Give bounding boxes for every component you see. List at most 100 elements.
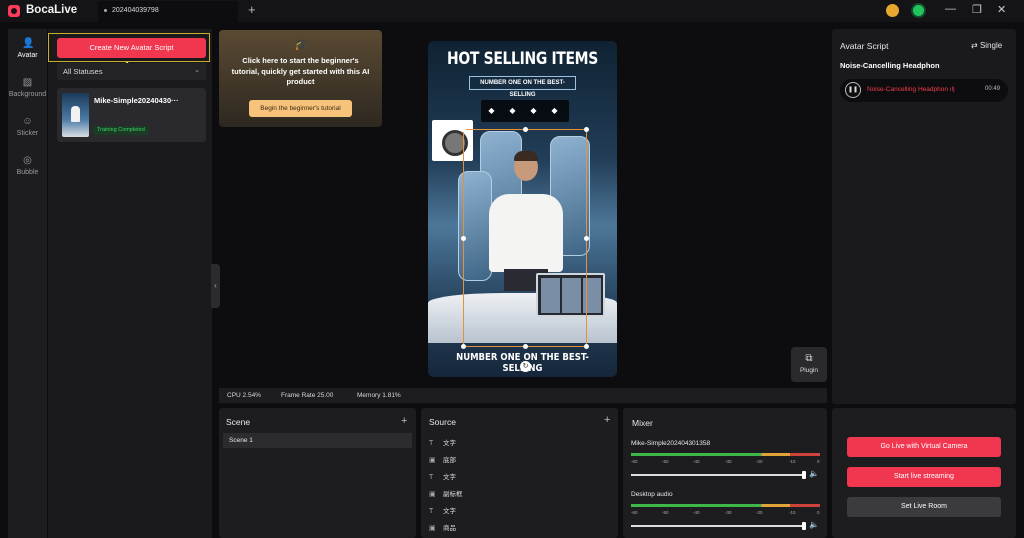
text-icon: T xyxy=(429,440,434,447)
volume-slider-knob[interactable] xyxy=(802,471,806,479)
script-player[interactable]: ❚❚ Noise-Cancelling Headphon ıl| 00:49 xyxy=(840,79,1008,102)
tab-label: 202404039798 xyxy=(112,7,159,14)
source-item[interactable]: T 文字 xyxy=(429,437,456,447)
live-preview-canvas[interactable]: HOT SELLING ITEMS NUMBER ONE ON THE BEST… xyxy=(428,41,617,377)
restore-button[interactable]: ❐ xyxy=(972,3,982,16)
player-time: 00:49 xyxy=(985,86,1001,92)
layer-down-icon[interactable]: ◆ xyxy=(523,100,544,122)
meter-tick: -60 xyxy=(631,459,638,464)
rail-item-bubble[interactable]: ◎ Bubble xyxy=(8,155,47,176)
vip-icon[interactable] xyxy=(886,4,899,17)
layer-bottom-icon[interactable]: ◆ xyxy=(544,100,565,122)
close-button[interactable]: ✕ xyxy=(997,3,1006,16)
meter-tick: -40 xyxy=(693,459,700,464)
avatar-script-panel: Avatar Script ⇄ Single Noise-Cancelling … xyxy=(832,29,1016,404)
bubble-icon: ◎ xyxy=(23,155,32,166)
add-tab-button[interactable]: + xyxy=(248,2,256,17)
speaker-icon[interactable]: 🔈 xyxy=(809,520,819,529)
add-scene-button[interactable]: + xyxy=(401,415,407,427)
status-badge: Training Completed xyxy=(93,126,149,135)
audio-level-meter xyxy=(631,453,820,456)
pause-icon[interactable]: ❚❚ xyxy=(845,82,861,98)
scene-panel: Scene + Scene 1 xyxy=(219,408,416,538)
meter-tick: -20 xyxy=(756,510,763,515)
preview-title: HOT SELLING ITEMS xyxy=(447,49,598,69)
background-icon: ▨ xyxy=(22,77,33,88)
begin-tutorial-button[interactable]: Begin the beginner's tutorial xyxy=(249,100,352,117)
text-icon: T xyxy=(429,508,434,515)
script-name: Noise-Cancelling Headphon xyxy=(840,61,940,70)
source-item[interactable]: T 文字 xyxy=(429,505,456,515)
source-item[interactable]: T 文字 xyxy=(429,471,456,481)
mixer-channel-name: Desktop audio xyxy=(631,491,673,498)
start-live-streaming-button[interactable]: Start live streaming xyxy=(847,467,1001,487)
player-title: Noise-Cancelling Headphon ıl| xyxy=(867,86,955,93)
meter-tick: -40 xyxy=(693,510,700,515)
chevron-down-icon: ⌄ xyxy=(194,67,200,74)
source-item-label: 文字 xyxy=(443,508,456,515)
title-bar: BocaLive 202404039798 + — ❐ ✕ xyxy=(0,0,1024,22)
speaker-icon[interactable]: 🔈 xyxy=(809,469,819,478)
scene-item[interactable]: Scene 1 xyxy=(223,433,412,448)
source-item-label: 底部 xyxy=(443,457,456,464)
source-item[interactable]: ▣ 副标框 xyxy=(429,488,463,498)
volume-slider[interactable] xyxy=(631,522,806,530)
source-item[interactable]: ▣ 底部 xyxy=(429,454,456,464)
collapse-panel-button[interactable]: ‹ xyxy=(211,264,220,308)
rail-item-background[interactable]: ▨ Background xyxy=(8,77,47,98)
preview-subtitle: NUMBER ONE ON THE BEST-SELLING xyxy=(469,76,576,98)
player-title-text: Noise-Cancelling Headphon xyxy=(867,86,948,93)
source-item-label: 副标框 xyxy=(443,491,463,498)
status-filter-dropdown[interactable]: All Statuses ⌄ xyxy=(57,63,206,80)
power-icon[interactable] xyxy=(911,3,926,18)
meter-tick: -30 xyxy=(725,459,732,464)
mixer-channel-name: Mike-Simple202404301358 xyxy=(631,440,711,447)
meter-tick: -60 xyxy=(631,510,638,515)
tutorial-banner[interactable]: 🎓 Click here to start the beginner's tut… xyxy=(219,30,382,127)
go-live-virtual-camera-button[interactable]: Go Live with Virtual Camera xyxy=(847,437,1001,457)
status-filter-value: All Statuses xyxy=(63,67,103,76)
source-item[interactable]: ▣ 商品 xyxy=(429,522,456,532)
resize-handle[interactable] xyxy=(523,127,528,132)
avatar-card[interactable]: Mike-Simple20240430··· Training Complete… xyxy=(57,88,206,142)
app-name: BocaLive xyxy=(26,4,78,16)
resize-handle[interactable] xyxy=(584,344,589,349)
minimize-button[interactable]: — xyxy=(945,3,956,15)
loop-icon: ⇄ xyxy=(971,41,980,50)
source-item-label: 商品 xyxy=(443,525,456,532)
meter-tick: -10 xyxy=(789,459,796,464)
create-avatar-script-button[interactable]: Create New Avatar Script xyxy=(57,38,206,58)
set-live-room-button[interactable]: Set Live Room xyxy=(847,497,1001,517)
volume-slider-knob[interactable] xyxy=(802,522,806,530)
tab-project[interactable]: 202404039798 xyxy=(98,1,238,22)
layer-up-icon[interactable]: ◆ xyxy=(502,100,523,122)
resize-handle[interactable] xyxy=(461,127,466,132)
resize-handle[interactable] xyxy=(461,236,466,241)
layer-toolbar: ◆ ◆ ◆ ◆ xyxy=(481,100,569,122)
resize-handle[interactable] xyxy=(523,344,528,349)
selection-box[interactable] xyxy=(461,127,589,349)
add-source-button[interactable]: + xyxy=(604,414,610,426)
layer-top-icon[interactable]: ◆ xyxy=(481,100,502,122)
resize-handle[interactable] xyxy=(461,344,466,349)
avatar-thumbnail xyxy=(62,93,89,137)
frame-rate-stat: Frame Rate 25.00 xyxy=(281,392,334,399)
plugin-button[interactable]: ⧉ Plugin xyxy=(791,347,827,382)
rotate-handle-icon[interactable]: ↻ xyxy=(520,361,531,372)
rail-label-avatar: Avatar xyxy=(17,52,38,59)
scene-item-label: Scene 1 xyxy=(229,437,253,444)
image-icon: ▣ xyxy=(429,525,436,532)
meter-tick: -50 xyxy=(662,510,669,515)
tool-rail: 👤 Avatar ▨ Background ☺ Sticker ◎ Bubble xyxy=(8,29,47,538)
resize-handle[interactable] xyxy=(584,127,589,132)
rail-item-sticker[interactable]: ☺ Sticker xyxy=(8,116,47,137)
rail-item-avatar[interactable]: 👤 Avatar xyxy=(8,38,47,59)
script-mode-toggle[interactable]: ⇄ Single xyxy=(971,41,1002,50)
cpu-stat: CPU 2.54% xyxy=(227,392,261,399)
source-item-label: 文字 xyxy=(443,440,456,447)
meter-tick: -30 xyxy=(725,510,732,515)
text-icon: T xyxy=(429,474,434,481)
image-icon: ▣ xyxy=(429,491,436,498)
resize-handle[interactable] xyxy=(584,236,589,241)
volume-slider[interactable] xyxy=(631,471,806,479)
